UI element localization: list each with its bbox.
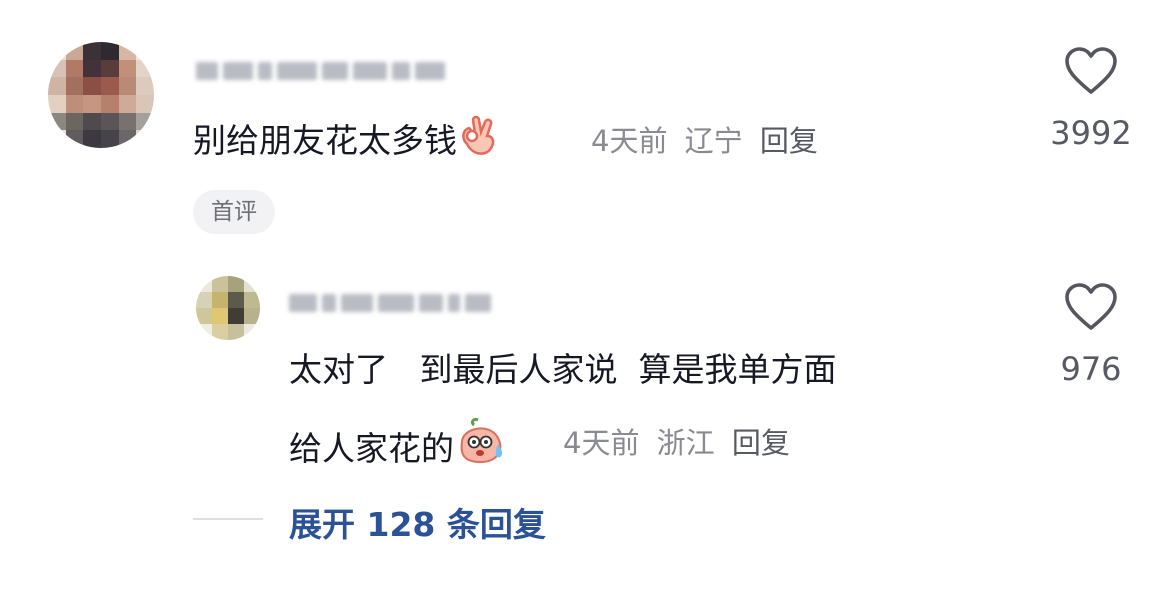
avatar-pixel [100, 42, 119, 60]
avatar-pixel [100, 77, 119, 95]
avatar-pixel [228, 308, 244, 324]
avatar-pixel [136, 59, 154, 78]
heart-icon[interactable] [1064, 46, 1118, 96]
avatar-pixel [212, 292, 228, 308]
avatar-pixel [83, 112, 101, 131]
avatar-pixel [65, 42, 84, 60]
avatar-pixel [196, 308, 212, 324]
avatar-pixel [48, 42, 66, 60]
avatar-pixel [65, 59, 84, 78]
expand-divider [193, 518, 263, 520]
avatar-pixel [100, 94, 119, 113]
avatar-pixel [118, 42, 137, 60]
avatar-pixel [118, 94, 137, 113]
first-comment-badge: 首评 [193, 190, 275, 234]
avatar-pixel [244, 292, 260, 308]
avatar-pixel [136, 94, 154, 113]
avatar-pixel [212, 308, 228, 324]
avatar-pixel [196, 276, 212, 292]
avatar-pixel [228, 324, 244, 340]
reply-body-line2: 给人家花的 [289, 429, 454, 468]
comment-body: 别给朋友花太多钱 [193, 121, 457, 160]
avatar-pixel [48, 77, 66, 95]
reply-username-blurred[interactable] [289, 288, 509, 318]
reply-text-line1: 太对了 到最后人家说 算是我单方面 [289, 350, 837, 389]
like-count: 3992 [1050, 114, 1132, 152]
reply-like-button[interactable] [1064, 282, 1118, 336]
avatar-pixel [65, 112, 84, 131]
avatar-pixel [83, 77, 101, 95]
avatar-pixel [118, 77, 137, 95]
sweating-face-emoji-icon [454, 416, 506, 475]
avatar-pixel [118, 130, 137, 148]
avatar-pixel [136, 130, 154, 148]
avatar-pixel [244, 276, 260, 292]
heart-icon[interactable] [1064, 282, 1118, 332]
reply-like-count: 976 [1060, 350, 1122, 388]
avatar-pixel [136, 77, 154, 95]
avatar-pixel [65, 94, 84, 113]
avatar-pixel [212, 324, 228, 340]
comment-location: 辽宁 [684, 124, 743, 158]
comment-text: 别给朋友花太多钱 [193, 114, 499, 167]
avatar-pixel [65, 77, 84, 95]
avatar-pixel [83, 94, 101, 113]
reply-avatar[interactable] [196, 276, 260, 340]
avatar-pixel [228, 292, 244, 308]
avatar-pixel [48, 59, 66, 78]
like-button[interactable] [1064, 46, 1118, 100]
reply-time: 4天前 [563, 426, 640, 460]
avatar-pixel [244, 308, 260, 324]
reply-button[interactable]: 回复 [760, 124, 818, 158]
avatar-pixel [136, 112, 154, 131]
reply-text-line2: 给人家花的 [289, 416, 506, 475]
avatar-pixel [118, 112, 137, 131]
avatar-pixel [228, 276, 244, 292]
username-blurred[interactable] [196, 56, 476, 86]
avatar-pixel [48, 112, 66, 131]
avatar-pixel [100, 112, 119, 131]
avatar-pixel [65, 130, 84, 148]
avatar-pixel [48, 94, 66, 113]
avatar-pixel [48, 130, 66, 148]
avatar-pixel [196, 324, 212, 340]
avatar[interactable] [48, 42, 154, 148]
avatar-pixel [244, 324, 260, 340]
avatar-pixel [83, 42, 101, 60]
avatar-pixel [118, 59, 137, 78]
reply-meta: 4天前 浙江 回复 [563, 420, 790, 462]
avatar-pixel [100, 59, 119, 78]
reply-location: 浙江 [656, 426, 715, 460]
avatar-pixel [100, 130, 119, 148]
comment-meta: 4天前 辽宁 回复 [591, 118, 818, 160]
reply-reply-button[interactable]: 回复 [732, 426, 790, 460]
avatar-pixel [83, 130, 101, 148]
avatar-pixel [212, 276, 228, 292]
avatar-pixel [83, 59, 101, 78]
expand-replies-button[interactable]: 展开 128 条回复 [289, 498, 546, 546]
comment-time: 4天前 [591, 124, 668, 158]
avatar-pixel [196, 292, 212, 308]
avatar-pixel [136, 42, 154, 60]
ok-hand-emoji-icon [457, 114, 499, 167]
